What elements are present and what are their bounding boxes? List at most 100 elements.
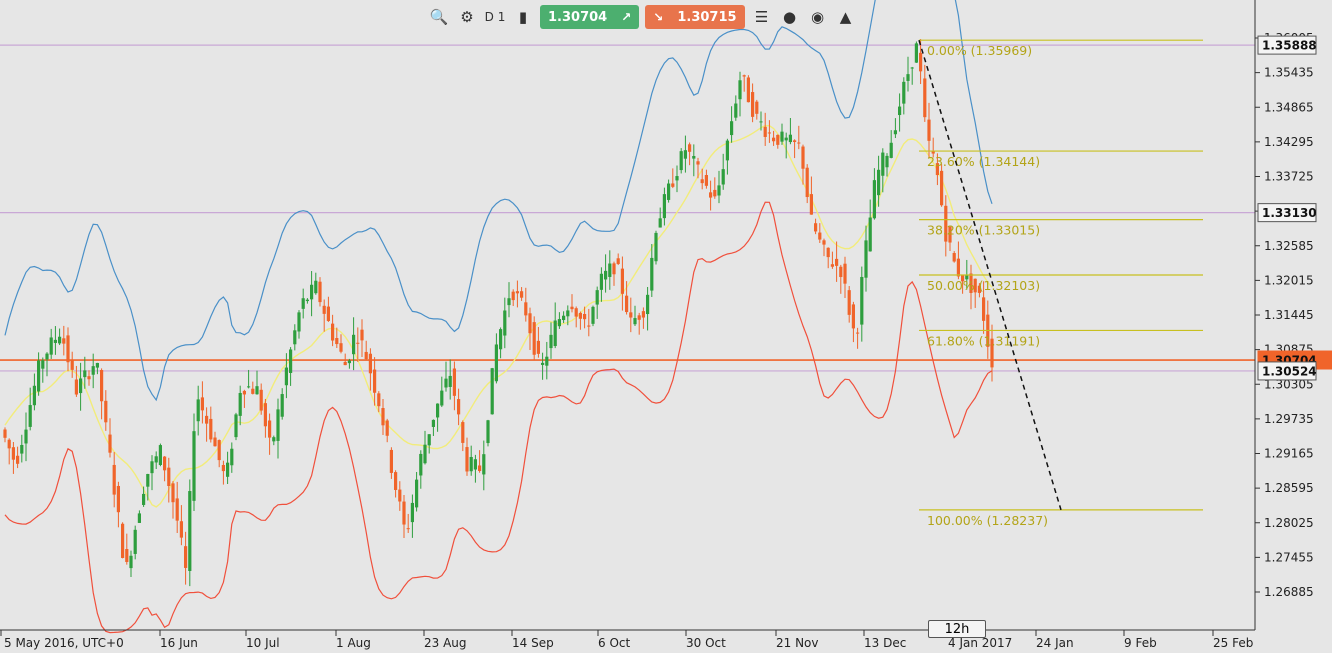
candle-up xyxy=(553,320,557,347)
candle-down xyxy=(406,528,410,530)
candle-down xyxy=(822,240,826,245)
candle-up xyxy=(436,403,440,418)
candle-down xyxy=(524,302,528,316)
candle-down xyxy=(801,146,805,169)
candle-up xyxy=(431,419,435,427)
candle-down xyxy=(368,353,372,374)
candle-up xyxy=(41,360,45,369)
x-tick-label: 25 Feb xyxy=(1213,636,1253,650)
candle-up xyxy=(654,232,658,262)
candle-up xyxy=(284,367,288,386)
candle-up xyxy=(545,356,549,366)
candle-down xyxy=(360,329,364,341)
candle-up xyxy=(734,103,738,118)
candle-down xyxy=(612,263,616,275)
candle-up xyxy=(305,299,309,302)
candle-up xyxy=(473,459,477,470)
candle-down xyxy=(641,311,645,318)
candle-down xyxy=(356,342,360,344)
candle-down xyxy=(179,521,183,538)
candle-up xyxy=(230,448,234,466)
candle-up xyxy=(675,176,679,181)
candle-up xyxy=(885,155,889,168)
x-tick-label: 6 Oct xyxy=(598,636,630,650)
x-tick-label: 1 Aug xyxy=(336,636,371,650)
candle-down xyxy=(70,359,74,370)
candle-down xyxy=(515,291,519,294)
candle-down xyxy=(700,179,704,184)
x-tick-label: 14 Sep xyxy=(512,636,554,650)
x-tick-label: 23 Aug xyxy=(424,636,467,650)
price-tag-label: 1.33130 xyxy=(1262,206,1317,220)
candle-down xyxy=(389,449,393,473)
candle-up xyxy=(276,409,280,441)
price-chart[interactable]: 0.00% (1.35969) 23.60% (1.34144) 38.20% (1… xyxy=(0,0,1332,653)
candle-up xyxy=(247,386,251,388)
buy-price: 1.30704 xyxy=(548,9,608,25)
candle-down xyxy=(16,455,20,464)
x-tick-label: 24 Jan xyxy=(1036,636,1074,650)
zoom-icon[interactable]: 🔍 xyxy=(428,6,450,28)
user-icon[interactable]: ▲ xyxy=(835,6,857,28)
candle-up xyxy=(289,349,293,373)
sell-price: 1.30715 xyxy=(677,9,737,25)
x-tick-label: 21 Nov xyxy=(776,636,819,650)
candle-down xyxy=(583,313,587,320)
candle-up xyxy=(557,319,561,327)
candle-up xyxy=(310,284,314,300)
candle-up xyxy=(591,306,595,324)
candle-down xyxy=(536,340,540,354)
facebook-icon[interactable]: ● xyxy=(779,6,801,28)
candle-up xyxy=(914,43,918,63)
candle-down xyxy=(814,223,818,232)
x-tick-label: 30 Oct xyxy=(686,636,726,650)
candle-up xyxy=(721,169,725,185)
community-icon[interactable]: ◉ xyxy=(807,6,829,28)
timeframe-box[interactable]: 12h xyxy=(928,620,986,638)
candle-up xyxy=(415,479,419,508)
candles-icon[interactable]: ▮ xyxy=(512,6,534,28)
candle-up xyxy=(297,312,301,332)
candle-down xyxy=(331,323,335,341)
x-tick-label: 4 Jan 2017 xyxy=(948,636,1012,650)
candle-up xyxy=(788,134,792,143)
candle-down xyxy=(923,78,927,118)
y-tick-label: 1.33725 xyxy=(1264,170,1314,184)
candle-down xyxy=(268,420,272,438)
candle-down xyxy=(839,266,843,278)
timeframe-selector[interactable]: D 1 xyxy=(484,10,506,24)
candle-up xyxy=(196,399,200,422)
fib-level-label: 0.00% (1.35969) xyxy=(927,43,1032,58)
candle-up xyxy=(507,298,511,306)
candle-down xyxy=(713,189,717,197)
candle-up xyxy=(906,74,910,81)
candle-down xyxy=(251,388,255,394)
list-icon[interactable]: ☰ xyxy=(751,6,773,28)
candle-down xyxy=(578,312,582,319)
candle-up xyxy=(877,169,881,196)
candle-up xyxy=(667,183,671,200)
candle-up xyxy=(486,420,490,444)
candle-down xyxy=(373,369,377,393)
chart-settings-icon[interactable]: ⚙ xyxy=(456,6,478,28)
candle-up xyxy=(146,473,150,487)
candle-up xyxy=(280,394,284,417)
price-tag: 1.30524 xyxy=(1257,361,1317,381)
candle-down xyxy=(528,313,532,334)
candle-up xyxy=(137,513,141,523)
candle-up xyxy=(352,334,356,355)
x-tick-label: 9 Feb xyxy=(1124,636,1157,650)
buy-button[interactable]: 1.30704 ↗ xyxy=(540,5,640,29)
x-axis: 5 May 2016, UTC+0 16 Jun 10 Jul 1 Aug 23 Aug… xyxy=(0,630,1253,650)
candle-down xyxy=(637,315,641,320)
candle-up xyxy=(37,360,41,392)
candle-up xyxy=(314,280,318,294)
candle-down xyxy=(826,247,830,258)
candle-up xyxy=(646,294,650,315)
y-tick-label: 1.34865 xyxy=(1264,100,1314,114)
y-tick-label: 1.31445 xyxy=(1264,308,1314,322)
candle-down xyxy=(704,175,708,186)
sell-button[interactable]: ↘ 1.30715 xyxy=(645,5,745,29)
candle-down xyxy=(452,368,456,396)
candle-up xyxy=(658,218,662,228)
